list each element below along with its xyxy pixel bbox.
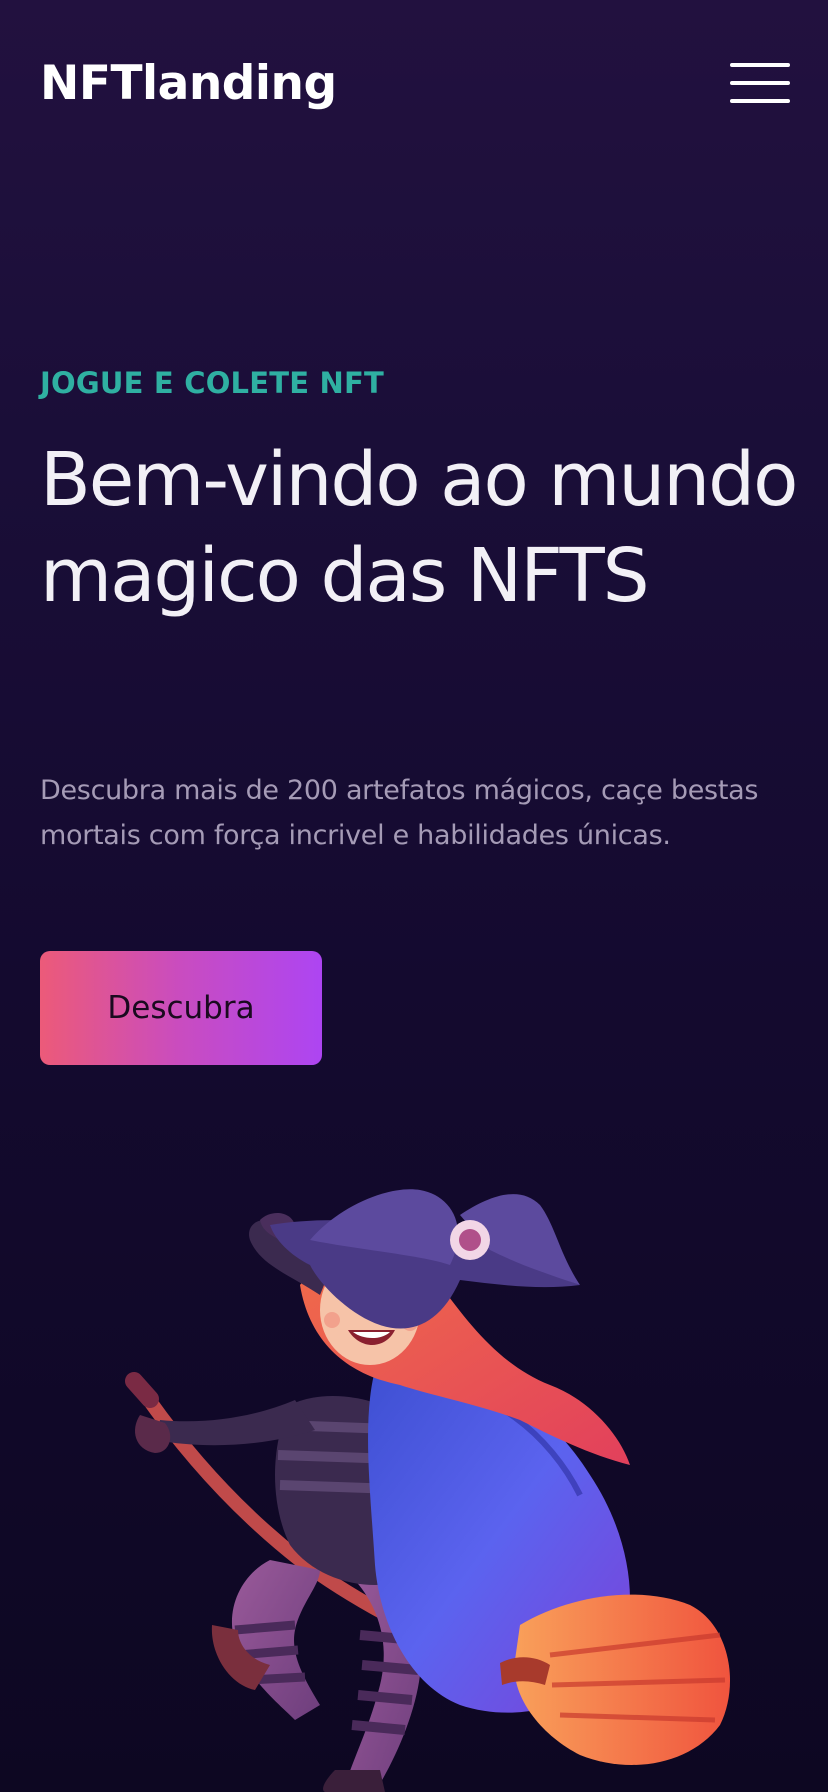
site-logo[interactable]: NFTlanding bbox=[40, 52, 337, 116]
witch-on-broom-illustration bbox=[125, 1189, 730, 1792]
menu-line bbox=[730, 81, 790, 85]
hero-headline: Bem-vindo ao mundo magico das NFTS bbox=[40, 437, 798, 619]
site-header: NFTlanding bbox=[0, 0, 828, 170]
hero-description: Descubra mais de 200 artefatos mágicos, … bbox=[40, 775, 759, 851]
hamburger-menu-icon[interactable] bbox=[726, 58, 792, 106]
discover-button[interactable]: Descubra bbox=[40, 951, 322, 1065]
menu-line bbox=[730, 63, 790, 67]
menu-line bbox=[730, 99, 790, 103]
hero-eyebrow: JOGUE E COLETE NFT bbox=[40, 366, 384, 400]
